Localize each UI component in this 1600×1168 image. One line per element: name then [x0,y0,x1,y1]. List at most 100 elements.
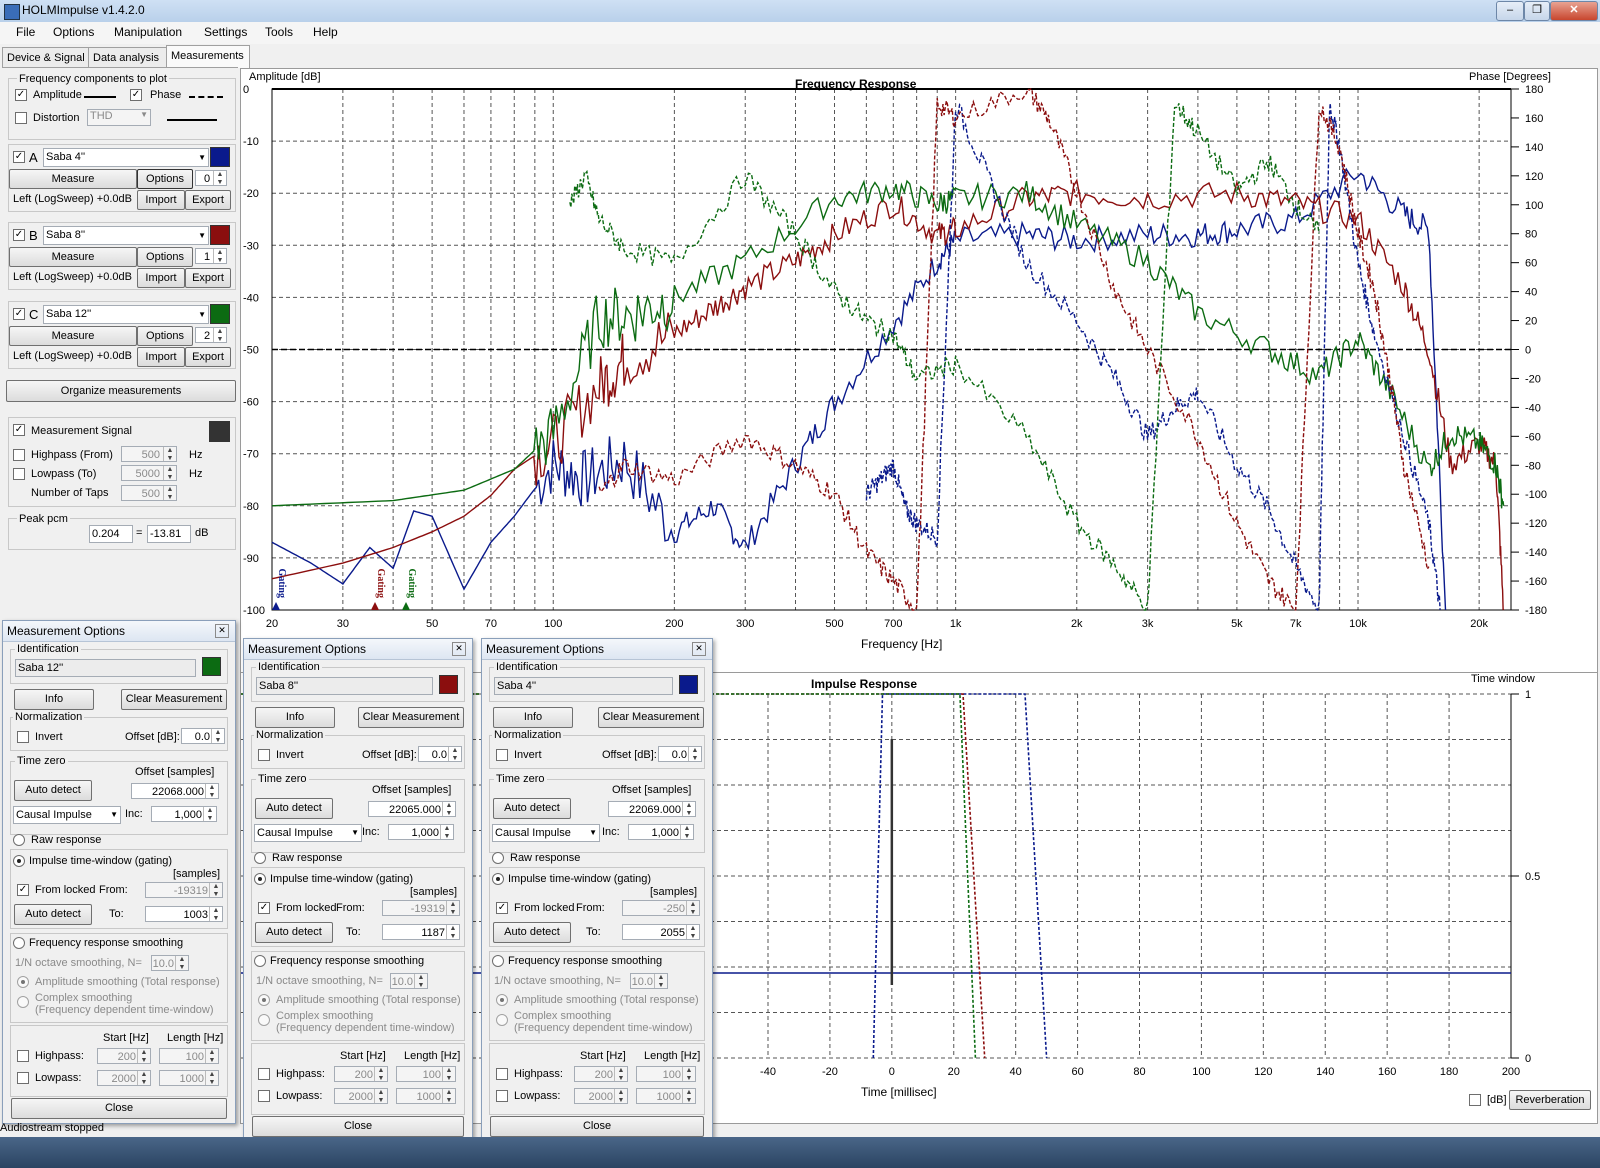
dialog-close-button[interactable]: Close [11,1098,227,1119]
info-button[interactable]: Info [14,689,94,710]
highpass-filter-checkbox[interactable] [17,1050,29,1062]
raw-response-radio[interactable] [492,852,504,864]
gating-radio[interactable] [254,873,266,885]
offset-db-input[interactable]: 0.0 ▲ ▼ [418,746,462,762]
spinner-arrows-icon[interactable]: ▲ ▼ [213,249,226,263]
measurement-a-index-spinner[interactable]: 0 ▲ ▼ [195,170,227,186]
spinner-arrows-icon[interactable]: ▲ ▼ [163,486,176,500]
close-icon[interactable]: ✕ [215,624,229,638]
gating-radio[interactable] [492,873,504,885]
spinner-arrows-icon[interactable]: ▲ ▼ [205,1049,218,1063]
spinner-arrows-icon[interactable]: ▲ ▼ [686,901,699,915]
offset-samples-input[interactable]: 22065.000 ▲ ▼ [368,801,456,817]
time-zero-auto-detect-button[interactable]: Auto detect [493,798,571,819]
highpass-filter-checkbox[interactable] [258,1068,270,1080]
spinner-arrows-icon[interactable]: ▲ ▼ [446,925,459,939]
measurement-a-options-button[interactable]: Options [137,169,193,189]
info-button[interactable]: Info [493,707,573,728]
spinner-arrows-icon[interactable]: ▲ ▼ [137,1071,150,1085]
tab-device-signal[interactable]: Device & Signal [2,47,92,68]
smoothing-radio[interactable] [492,955,504,967]
menu-manipulation[interactable]: Manipulation [114,25,182,39]
offset-db-input[interactable]: 0.0 ▲ ▼ [658,746,702,762]
close-icon[interactable]: ✕ [692,642,706,656]
spinner-arrows-icon[interactable]: ▲ ▼ [374,1089,387,1103]
measurement-a-checkbox[interactable]: ✓ [13,151,25,163]
lowpass-filter-checkbox[interactable] [258,1090,270,1102]
complex-smoothing-radio[interactable] [17,996,29,1008]
invert-checkbox[interactable] [496,749,508,761]
octave-input[interactable]: 10.0 ▲ ▼ [151,955,189,971]
dialog-close-button[interactable]: Close [252,1116,464,1137]
gating-from-input[interactable]: -19319 ▲ ▼ [145,882,223,898]
spinner-arrows-icon[interactable]: ▲ ▼ [163,447,176,461]
lowpass-length-input[interactable]: 1000 ▲ ▼ [396,1088,456,1104]
phase-checkbox[interactable]: ✓ [130,89,142,101]
measurement-c-options-button[interactable]: Options [137,326,193,346]
spinner-arrows-icon[interactable]: ▲ ▼ [137,1049,150,1063]
gating-auto-detect-button[interactable]: Auto detect [14,904,92,925]
spinner-arrows-icon[interactable]: ▲ ▼ [442,1067,455,1081]
from-locked-checkbox[interactable]: ✓ [258,902,270,914]
offset-samples-input[interactable]: 22068.000 ▲ ▼ [131,783,219,799]
spinner-arrows-icon[interactable]: ▲ ▼ [682,1089,695,1103]
measurement-b-name-select[interactable]: Saba 8'' ▼ [43,226,209,245]
amplitude-smoothing-radio[interactable] [17,976,29,988]
spinner-arrows-icon[interactable]: ▲ ▼ [442,1089,455,1103]
identification-color-swatch[interactable] [679,675,698,694]
measurement-c-export-button[interactable]: Export [185,347,231,367]
highpass-filter-checkbox[interactable] [496,1068,508,1080]
measurement-b-checkbox[interactable]: ✓ [13,229,25,241]
lowpass-start-input[interactable]: 2000 ▲ ▼ [574,1088,628,1104]
spinner-arrows-icon[interactable]: ▲ ▼ [686,925,699,939]
spinner-arrows-icon[interactable]: ▲ ▼ [209,883,222,897]
octave-input[interactable]: 10.0 ▲ ▼ [630,973,668,989]
spinner-arrows-icon[interactable]: ▲ ▼ [680,825,693,839]
menu-settings[interactable]: Settings [204,25,247,39]
spinner-arrows-icon[interactable]: ▲ ▼ [446,901,459,915]
highpass-input[interactable]: 500 ▲ ▼ [121,446,177,462]
gating-to-input[interactable]: 1003 ▲ ▼ [145,906,223,922]
menu-options[interactable]: Options [53,25,94,39]
lowpass-filter-checkbox[interactable] [17,1072,29,1084]
spinner-arrows-icon[interactable]: ▲ ▼ [213,171,226,185]
measurement-b-measure-button[interactable]: Measure [9,247,137,267]
gating-from-input[interactable]: -19319 ▲ ▼ [382,900,460,916]
spinner-arrows-icon[interactable]: ▲ ▼ [682,802,695,816]
maximize-button[interactable]: ❐ [1524,1,1550,21]
spinner-arrows-icon[interactable]: ▲ ▼ [203,807,216,821]
spinner-arrows-icon[interactable]: ▲ ▼ [614,1067,627,1081]
measurement-a-export-button[interactable]: Export [185,190,231,210]
raw-response-radio[interactable] [254,852,266,864]
highpass-length-input[interactable]: 100 ▲ ▼ [396,1066,456,1082]
spinner-arrows-icon[interactable]: ▲ ▼ [614,1089,627,1103]
gating-to-input[interactable]: 1187 ▲ ▼ [382,924,460,940]
inc-input[interactable]: 1,000 ▲ ▼ [388,824,454,840]
measurement-c-index-spinner[interactable]: 2 ▲ ▼ [195,327,227,343]
frequency-response-chart[interactable]: 0 -10 -20 -30 -40 -50 -60 -70 -80 -90 -100 180 160 14… [241,69,1597,672]
close-button[interactable]: ✕ [1550,1,1598,21]
measurement-c-import-button[interactable]: Import [137,347,185,367]
complex-smoothing-radio[interactable] [258,1014,270,1026]
spinner-arrows-icon[interactable]: ▲ ▼ [205,784,218,798]
identification-name[interactable]: Saba 4'' [494,677,673,695]
highpass-checkbox[interactable] [13,449,25,461]
amplitude-smoothing-radio[interactable] [258,994,270,1006]
measurement-c-checkbox[interactable]: ✓ [13,308,25,320]
identification-name[interactable]: Saba 8'' [256,677,433,695]
clear-measurement-button[interactable]: Clear Measurement [121,689,227,710]
impulse-type-select[interactable]: Causal Impulse ▼ [492,824,600,842]
measurement-b-export-button[interactable]: Export [185,268,231,288]
spinner-arrows-icon[interactable]: ▲ ▼ [163,466,176,480]
identification-color-swatch[interactable] [439,675,458,694]
inc-input[interactable]: 1,000 ▲ ▼ [151,806,217,822]
measurement-c-color-swatch[interactable] [210,304,230,324]
amplitude-smoothing-radio[interactable] [496,994,508,1006]
organize-measurements-button[interactable]: Organize measurements [6,380,236,402]
distortion-select[interactable]: THD ▼ [87,109,151,126]
spinner-arrows-icon[interactable]: ▲ ▼ [213,328,226,342]
measurement-a-import-button[interactable]: Import [137,190,185,210]
spinner-arrows-icon[interactable]: ▲ ▼ [688,747,701,761]
clear-measurement-button[interactable]: Clear Measurement [358,707,464,728]
dialog-close-button[interactable]: Close [490,1116,704,1137]
